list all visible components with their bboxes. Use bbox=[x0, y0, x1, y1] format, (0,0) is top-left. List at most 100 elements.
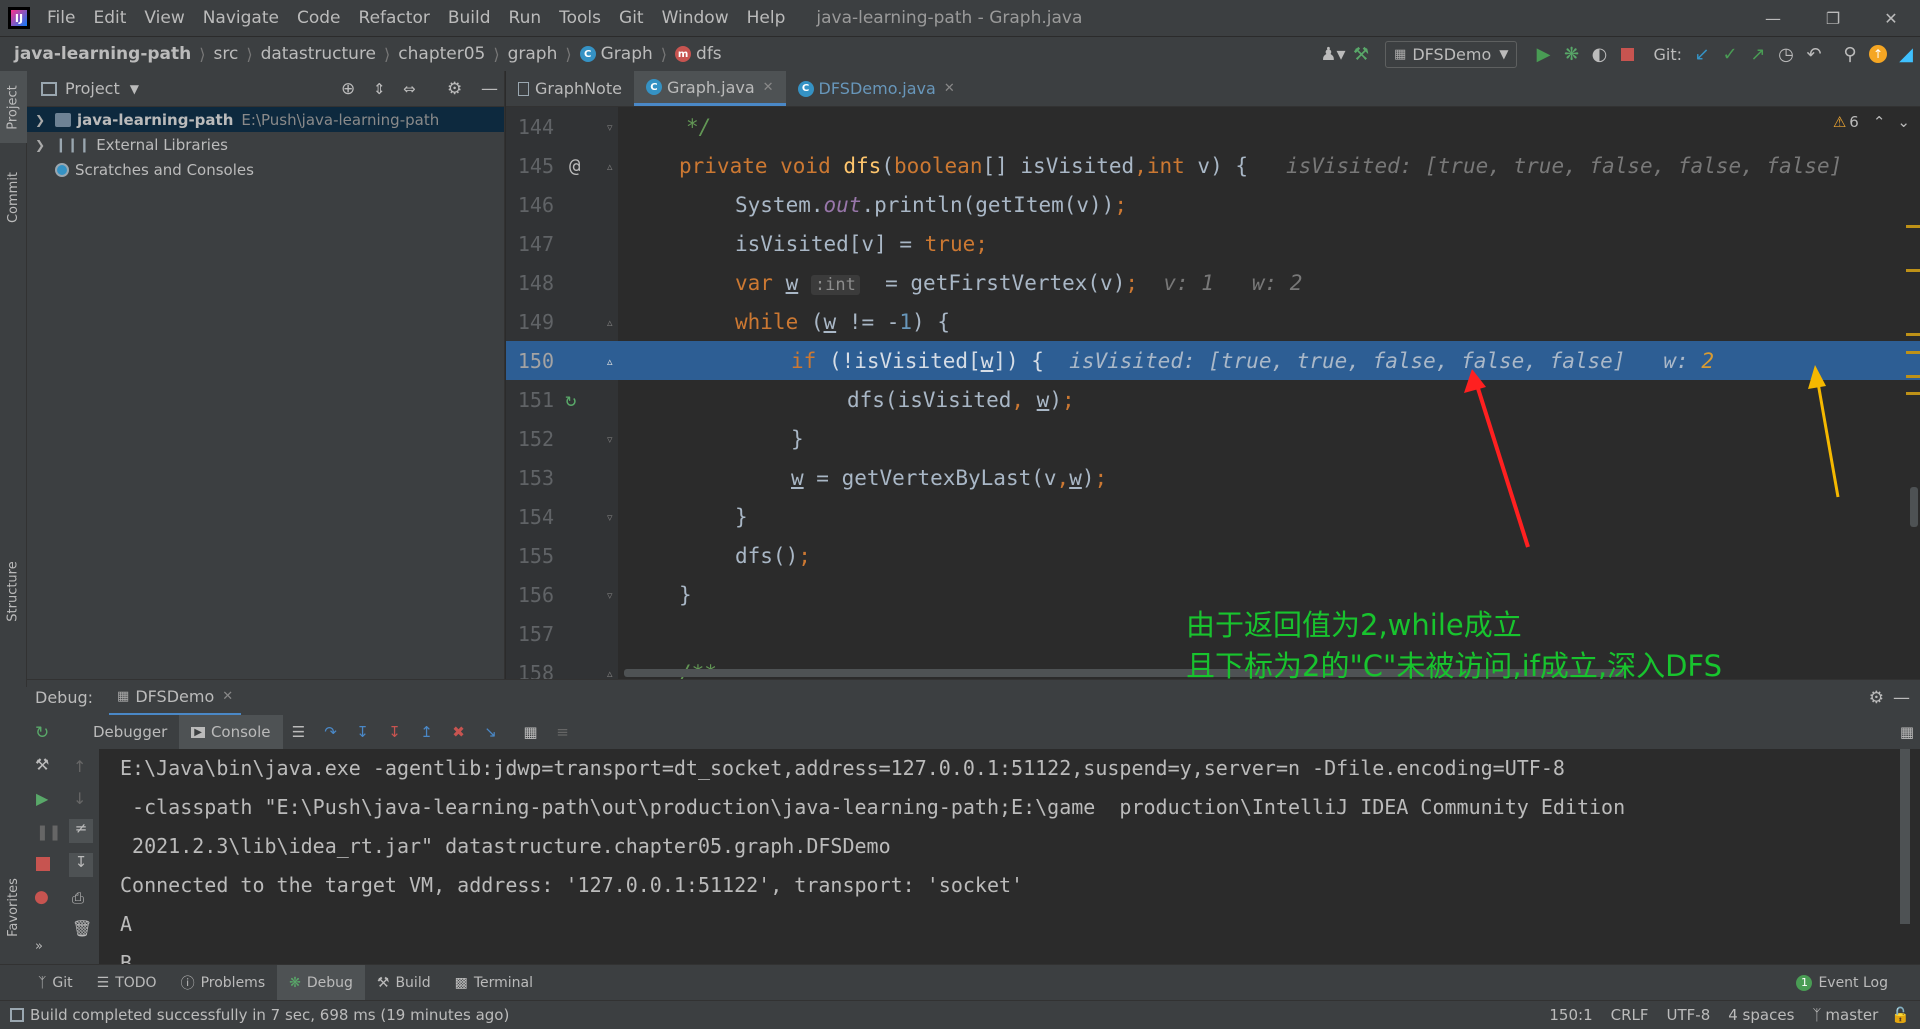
menu-navigate[interactable]: Navigate bbox=[194, 0, 288, 36]
menu-code[interactable]: Code bbox=[288, 0, 350, 36]
code-editor[interactable]: 144 */ 145 @ private void dfs(boolean[] … bbox=[506, 107, 1920, 679]
rerun-icon[interactable]: ↻ bbox=[35, 723, 49, 743]
breadcrumb-project[interactable]: java-learning-path bbox=[14, 44, 191, 64]
close-window-icon[interactable]: ✕ bbox=[1862, 0, 1920, 36]
down-arrow-icon[interactable]: ↓ bbox=[73, 789, 86, 808]
breadcrumb-chapter05[interactable]: chapter05 bbox=[398, 44, 485, 64]
step-over-icon[interactable]: ↷ bbox=[315, 723, 347, 741]
search-icon[interactable]: ⚲ bbox=[1836, 40, 1864, 68]
view-breakpoints-icon[interactable]: ● bbox=[34, 887, 49, 907]
tab-graph-java[interactable]: C Graph.java ✕ bbox=[633, 71, 786, 106]
git-commit-icon[interactable]: ✓ bbox=[1716, 40, 1744, 68]
project-tool-tab[interactable]: Project bbox=[0, 71, 27, 143]
menu-tools[interactable]: Tools bbox=[550, 0, 610, 36]
menu-build[interactable]: Build bbox=[439, 0, 500, 36]
git-update-icon[interactable]: ↙ bbox=[1688, 40, 1716, 68]
more-icon[interactable]: » bbox=[35, 939, 43, 954]
tree-item-external-libraries[interactable]: ❯ ❙❙❙ External Libraries bbox=[27, 132, 504, 157]
user-icon[interactable]: ♟▾ bbox=[1319, 40, 1347, 68]
panel-toggle-icon[interactable] bbox=[10, 1008, 24, 1022]
tab-graphnote[interactable]: GraphNote bbox=[506, 71, 634, 106]
restore-icon[interactable]: ❐ bbox=[1804, 0, 1862, 36]
close-icon[interactable]: ✕ bbox=[763, 80, 774, 95]
coverage-icon[interactable]: ◐ bbox=[1585, 40, 1613, 68]
chevron-down-icon[interactable]: ▼ bbox=[130, 82, 139, 96]
run-icon[interactable]: ▶ bbox=[1529, 40, 1557, 68]
step-into-icon[interactable]: ↧ bbox=[347, 723, 379, 741]
debug-bug-icon[interactable]: ❋ bbox=[1557, 40, 1585, 68]
console-scrollbar[interactable] bbox=[1900, 749, 1910, 924]
menu-window[interactable]: Window bbox=[653, 0, 738, 36]
stop-icon[interactable] bbox=[36, 857, 50, 871]
caret-position[interactable]: 150:1 bbox=[1540, 1006, 1601, 1024]
resume-icon[interactable]: ▶ bbox=[36, 789, 48, 808]
tool-tab-debug[interactable]: ❋ Debug bbox=[277, 964, 365, 1001]
commit-tool-tab[interactable]: Commit bbox=[0, 157, 27, 237]
drop-frame-icon[interactable]: ✖ bbox=[443, 723, 475, 741]
chevron-right-icon[interactable]: ❯ bbox=[35, 113, 49, 127]
tool-tab-git[interactable]: ᛉ Git bbox=[26, 965, 85, 1001]
breadcrumb-graph[interactable]: graph bbox=[508, 44, 558, 64]
tab-dfsdemo-java[interactable]: C DFSDemo.java ✕ bbox=[786, 71, 967, 106]
structure-tool-tab[interactable]: Structure bbox=[0, 541, 27, 641]
force-step-into-icon[interactable]: ↧ bbox=[379, 723, 411, 741]
print-icon[interactable]: ⎙ bbox=[72, 889, 84, 907]
indent-setting[interactable]: 4 spaces bbox=[1719, 1006, 1803, 1024]
close-icon[interactable]: ✕ bbox=[944, 81, 955, 96]
close-icon[interactable]: ✕ bbox=[222, 689, 233, 704]
git-branch[interactable]: ᛉ master bbox=[1803, 1006, 1887, 1024]
breadcrumb-method[interactable]: m dfs bbox=[675, 44, 722, 64]
trace-icon[interactable]: ≡ bbox=[547, 723, 579, 741]
lock-icon[interactable]: 🔓 bbox=[1891, 1006, 1910, 1024]
collapse-all-icon[interactable]: ⇔ bbox=[403, 80, 416, 98]
tool-tab-event-log[interactable]: 1 Event Log bbox=[1784, 965, 1900, 1001]
scroll-to-end-icon[interactable]: ↧ bbox=[69, 853, 93, 877]
pause-icon[interactable]: ❚❚ bbox=[36, 823, 61, 841]
hide-panel-icon[interactable]: — bbox=[1893, 688, 1910, 708]
file-encoding[interactable]: UTF-8 bbox=[1658, 1006, 1720, 1024]
modify-run-config-icon[interactable]: ⚒ bbox=[35, 755, 49, 774]
build-hammer-icon[interactable]: ⚒ bbox=[1347, 40, 1375, 68]
tab-console[interactable]: ▶ Console bbox=[179, 715, 283, 749]
project-panel-title[interactable]: Project bbox=[65, 79, 120, 98]
layout-icon[interactable]: ▦ bbox=[1900, 723, 1914, 741]
tool-tab-build[interactable]: ⚒ Build bbox=[365, 965, 443, 1001]
expand-all-icon[interactable]: ⇕ bbox=[373, 80, 386, 98]
run-to-cursor-icon[interactable]: ↘ bbox=[475, 723, 507, 741]
rollback-icon[interactable]: ↶ bbox=[1800, 40, 1828, 68]
tree-item-scratches[interactable]: Scratches and Consoles bbox=[27, 157, 504, 182]
breadcrumb-class[interactable]: C Graph bbox=[579, 44, 653, 64]
favorites-tool-tab[interactable]: Favorites bbox=[0, 857, 27, 957]
line-separator[interactable]: CRLF bbox=[1602, 1006, 1658, 1024]
stop-icon[interactable] bbox=[1613, 40, 1641, 68]
step-out-icon[interactable]: ↥ bbox=[411, 723, 443, 741]
debug-session-tab[interactable]: ▦ DFSDemo ✕ bbox=[109, 680, 242, 716]
run-configuration-select[interactable]: ▦ DFSDemo ▼ bbox=[1385, 40, 1518, 68]
status-message[interactable]: Build completed successfully in 7 sec, 6… bbox=[30, 1006, 509, 1024]
gear-icon[interactable]: ⚙ bbox=[447, 79, 462, 99]
breadcrumb-src[interactable]: src bbox=[214, 44, 239, 64]
menu-file[interactable]: File bbox=[38, 0, 84, 36]
menu-refactor[interactable]: Refactor bbox=[350, 0, 439, 36]
gear-icon[interactable]: ⚙ bbox=[1869, 688, 1884, 708]
tool-tab-todo[interactable]: ☰ TODO bbox=[85, 965, 169, 1001]
up-arrow-icon[interactable]: ↑ bbox=[73, 757, 86, 776]
menu-help[interactable]: Help bbox=[738, 0, 795, 36]
soft-wrap-icon[interactable]: ≠ bbox=[69, 819, 93, 843]
locate-icon[interactable]: ⊕ bbox=[341, 79, 355, 99]
menu-edit[interactable]: Edit bbox=[84, 0, 135, 36]
menu-view[interactable]: View bbox=[135, 0, 193, 36]
evaluate-expression-icon[interactable]: ▦ bbox=[515, 723, 547, 741]
tool-tab-problems[interactable]: ⓘ Problems bbox=[169, 965, 278, 1001]
updates-icon[interactable]: ↑ bbox=[1864, 40, 1892, 68]
console-output[interactable]: E:\Java\bin\java.exe -agentlib:jdwp=tran… bbox=[99, 749, 1910, 964]
menu-run[interactable]: Run bbox=[500, 0, 551, 36]
tool-tab-terminal[interactable]: ▩ Terminal bbox=[443, 965, 545, 1001]
git-push-icon[interactable]: ↗ bbox=[1744, 40, 1772, 68]
tab-debugger[interactable]: Debugger bbox=[81, 715, 179, 749]
minimize-icon[interactable]: — bbox=[1744, 0, 1802, 36]
history-icon[interactable]: ◷ bbox=[1772, 40, 1800, 68]
chevron-right-icon[interactable]: ❯ bbox=[35, 138, 49, 152]
code-with-me-icon[interactable]: ◢ bbox=[1892, 40, 1920, 68]
tree-item-project-root[interactable]: ❯ java-learning-path E:\Push\java-learni… bbox=[27, 107, 504, 132]
